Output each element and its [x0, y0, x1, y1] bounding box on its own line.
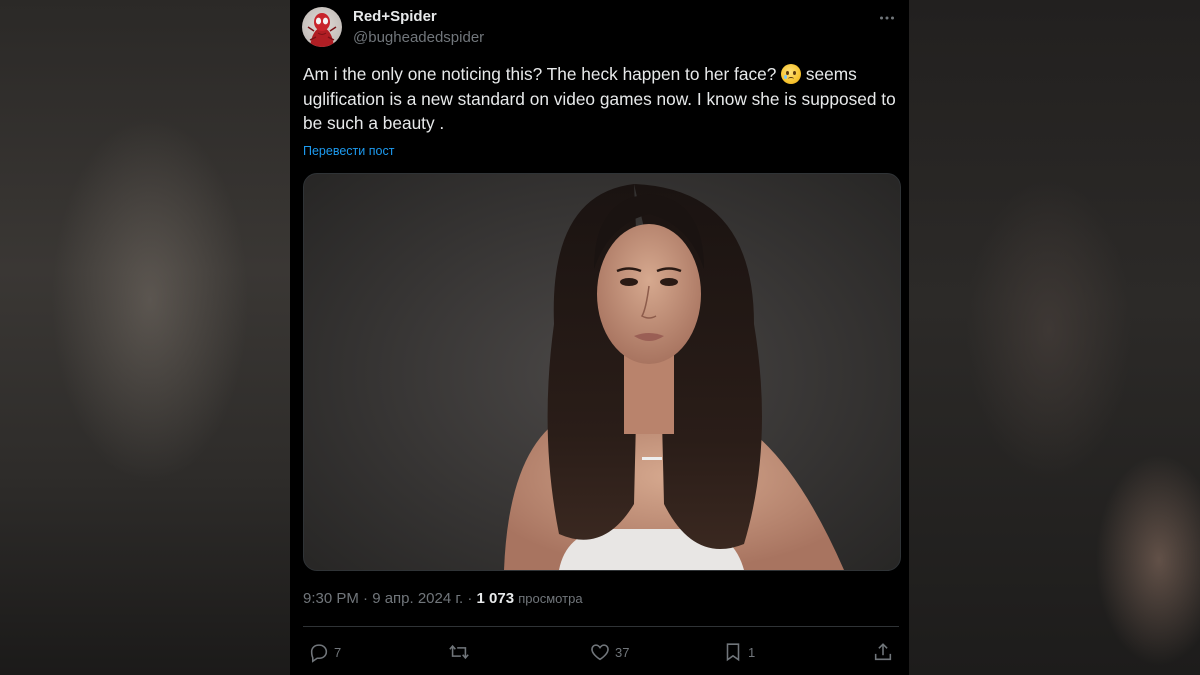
- like-count: 37: [615, 644, 630, 660]
- author-display-name[interactable]: Red+Spider: [353, 8, 437, 25]
- retweet-icon: [449, 644, 469, 660]
- more-options-button[interactable]: [876, 9, 898, 27]
- share-button[interactable]: [872, 639, 894, 665]
- reply-count: 7: [334, 644, 342, 660]
- spider-avatar-icon: [307, 13, 337, 47]
- translate-post-link[interactable]: Перевести пост: [303, 144, 394, 158]
- blurred-background-right: [909, 0, 1200, 675]
- post-text-part1: Am i the only one noticing this? The hec…: [303, 64, 782, 84]
- share-icon: [874, 643, 892, 661]
- more-horizontal-icon: [880, 16, 894, 20]
- bookmark-button[interactable]: 1: [722, 639, 755, 665]
- retweet-button[interactable]: [448, 639, 474, 665]
- like-button[interactable]: 37: [589, 639, 629, 665]
- post-text: Am i the only one noticing this? The hec…: [303, 62, 899, 136]
- reply-button[interactable]: 7: [308, 639, 341, 665]
- actions-divider: [303, 626, 899, 627]
- views-label: просмотра: [518, 591, 583, 606]
- post-timestamp[interactable]: 9:30 PM · 9 апр. 2024 г. ·: [303, 590, 477, 607]
- post-photo[interactable]: [303, 173, 901, 571]
- post-meta: 9:30 PM · 9 апр. 2024 г. · 1 073 просмот…: [303, 590, 583, 607]
- reply-icon: [310, 644, 328, 663]
- tweet-card: Red+Spider @bugheadedspider Am i the onl…: [290, 0, 909, 675]
- bookmark-icon: [726, 643, 740, 662]
- pleading-face-emoji-icon: [781, 64, 802, 84]
- blurred-background-left: [0, 0, 290, 675]
- heart-icon: [591, 644, 609, 661]
- actions-bar: 7 37 1: [303, 639, 899, 665]
- author-handle[interactable]: @bugheadedspider: [353, 29, 484, 46]
- views-count: 1 073: [476, 590, 515, 607]
- avatar[interactable]: [302, 7, 342, 47]
- tweet-header: Red+Spider @bugheadedspider: [302, 7, 898, 51]
- screenshot-stage: Red+Spider @bugheadedspider Am i the onl…: [0, 0, 1200, 675]
- bookmark-count: 1: [748, 644, 756, 660]
- portrait-photo-illustration: [504, 184, 844, 570]
